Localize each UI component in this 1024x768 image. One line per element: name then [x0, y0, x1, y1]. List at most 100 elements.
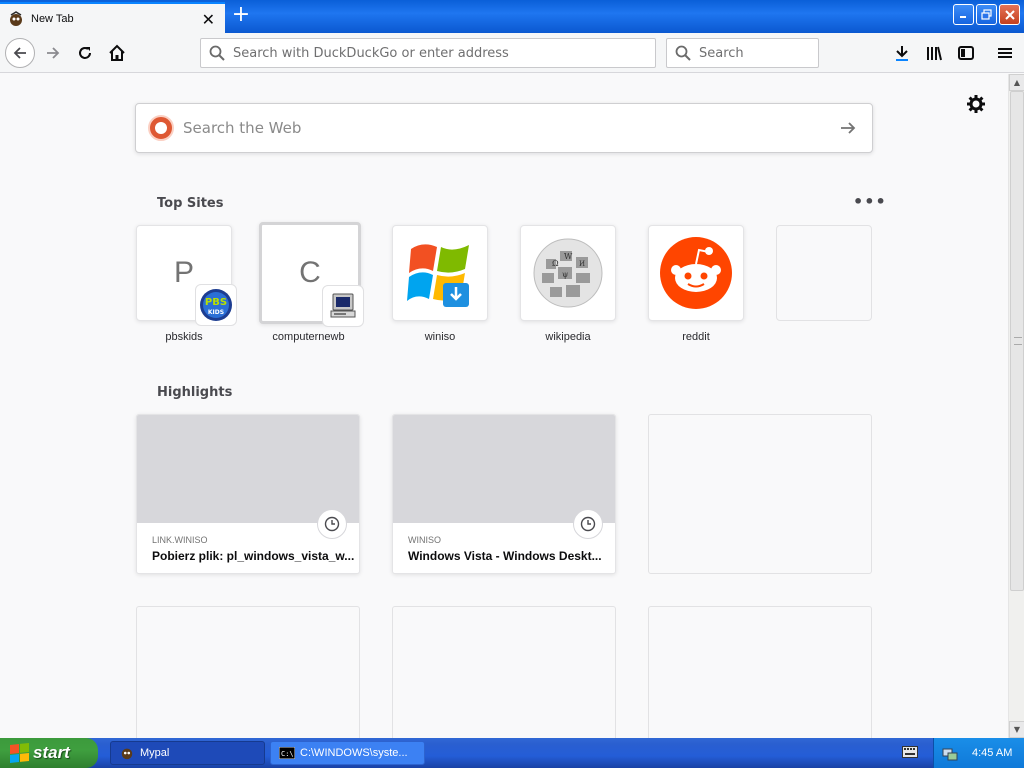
- navigation-toolbar: [0, 33, 1024, 73]
- site-tile[interactable]: [648, 225, 744, 321]
- browser-window: New Tab ✕ + Search with DuckDuckGo or en…: [0, 0, 1024, 738]
- sidebar-icon: [958, 46, 974, 60]
- download-icon: [896, 46, 908, 61]
- site-label: computernewb: [272, 331, 345, 343]
- highlight-card-empty: [648, 606, 872, 738]
- card-title: Windows Vista - Windows Deskt...: [408, 549, 602, 563]
- site-tile[interactable]: Ω W И ψ: [520, 225, 616, 321]
- top-site-empty-slot[interactable]: [776, 225, 872, 321]
- windows-flag-icon: [10, 742, 29, 763]
- site-label: reddit: [682, 331, 710, 343]
- mypal-app-icon: [119, 746, 135, 760]
- card-source: LINK.WINISO: [152, 535, 208, 545]
- highlight-card-empty: [136, 606, 360, 738]
- keyboard-icon[interactable]: [902, 746, 918, 758]
- top-site-winiso[interactable]: winiso: [392, 225, 488, 343]
- taskbar-item-mypal[interactable]: Mypal: [110, 741, 265, 765]
- highlight-card-empty: [392, 606, 616, 738]
- top-sites-more-button[interactable]: •••: [853, 192, 887, 211]
- customize-settings-button[interactable]: [966, 94, 986, 114]
- reload-icon: [79, 47, 91, 59]
- back-arrow-icon: [13, 47, 26, 59]
- close-window-button[interactable]: [999, 4, 1020, 25]
- svg-text:PBS: PBS: [205, 297, 227, 308]
- gear-icon: [967, 95, 985, 113]
- new-tab-button[interactable]: +: [229, 4, 253, 28]
- search-input[interactable]: [699, 45, 809, 61]
- scroll-down-arrow-icon[interactable]: ▼: [1009, 721, 1024, 738]
- svg-text:Ω: Ω: [552, 259, 559, 268]
- windows-logo-icon: [407, 244, 469, 307]
- new-tab-page: Top Sites ••• P PBSKIDS pbskids C comput…: [0, 74, 1008, 738]
- site-letter: C: [299, 256, 321, 289]
- web-search-box[interactable]: [135, 103, 873, 153]
- web-search-input[interactable]: [183, 119, 823, 137]
- network-icon[interactable]: [942, 745, 958, 761]
- mypal-favicon-icon: [8, 10, 24, 27]
- wikipedia-globe-icon: Ω W И ψ: [533, 238, 603, 308]
- site-tile[interactable]: P PBS KIDS: [136, 225, 237, 326]
- card-thumbnail: [393, 415, 615, 523]
- site-tile[interactable]: C: [259, 222, 364, 327]
- clock: 4:45 AM: [972, 747, 1013, 759]
- back-button[interactable]: [5, 38, 35, 68]
- home-icon: [109, 44, 125, 61]
- system-tray: 4:45 AM: [933, 738, 1024, 768]
- menu-button[interactable]: [991, 39, 1019, 67]
- scroll-thumb[interactable]: [1010, 91, 1024, 591]
- start-button[interactable]: start: [0, 738, 98, 768]
- library-button[interactable]: [920, 39, 948, 67]
- site-tile-empty[interactable]: [776, 225, 872, 321]
- downloads-button[interactable]: [888, 39, 916, 67]
- search-icon: [675, 45, 691, 61]
- sidebar-button[interactable]: [952, 39, 980, 67]
- site-label: wikipedia: [545, 331, 591, 343]
- forward-button[interactable]: [39, 39, 67, 67]
- reload-button[interactable]: [71, 39, 99, 67]
- top-site-reddit[interactable]: reddit: [648, 225, 744, 343]
- window-controls: [953, 4, 1020, 25]
- reddit-alien-icon: [660, 237, 732, 309]
- tab-new-tab[interactable]: New Tab ✕: [0, 2, 225, 33]
- top-site-pbskids[interactable]: P PBS KIDS pbskids: [136, 225, 237, 343]
- taskbar-item-label: C:\WINDOWS\syste...: [300, 747, 408, 759]
- start-label: start: [33, 743, 70, 762]
- top-sites-heading: Top Sites: [157, 196, 224, 211]
- forward-arrow-icon: [47, 47, 60, 59]
- top-site-wikipedia[interactable]: Ω W И ψ wikipedia: [520, 225, 616, 343]
- top-site-computernewb[interactable]: C computernewb: [259, 222, 364, 343]
- tab-title: New Tab: [31, 12, 74, 25]
- hamburger-menu-icon: [998, 48, 1012, 58]
- site-letter: P: [173, 256, 194, 289]
- history-clock-icon: [573, 509, 603, 539]
- restore-button[interactable]: [976, 4, 997, 25]
- history-clock-icon: [317, 509, 347, 539]
- duckduckgo-logo-icon: [148, 115, 174, 141]
- search-go-arrow-icon[interactable]: [838, 118, 858, 138]
- taskbar-item-label: Mypal: [140, 747, 170, 759]
- svg-text:И: И: [579, 260, 585, 268]
- search-bar[interactable]: [666, 38, 819, 68]
- computer-icon: [322, 285, 364, 327]
- command-prompt-icon: C:\: [279, 746, 295, 760]
- search-icon: [209, 45, 225, 61]
- highlights-heading: Highlights: [157, 385, 233, 400]
- url-bar[interactable]: [200, 38, 656, 68]
- highlight-card[interactable]: LINK.WINISO Pobierz plik: pl_windows_vis…: [136, 414, 360, 574]
- highlight-card[interactable]: WINISO Windows Vista - Windows Deskt...: [392, 414, 616, 574]
- svg-text:C:\: C:\: [281, 750, 294, 758]
- taskbar-item-cmd[interactable]: C:\ C:\WINDOWS\syste...: [270, 741, 425, 765]
- minimize-button[interactable]: [953, 4, 974, 25]
- home-button[interactable]: [103, 39, 131, 67]
- card-title: Pobierz plik: pl_windows_vista_w...: [152, 549, 355, 563]
- site-label: pbskids: [165, 331, 203, 343]
- svg-text:KIDS: KIDS: [208, 309, 224, 316]
- svg-text:ψ: ψ: [562, 270, 568, 279]
- close-tab-icon[interactable]: ✕: [202, 10, 215, 29]
- library-icon: [927, 46, 942, 61]
- site-tile[interactable]: [392, 225, 488, 321]
- svg-text:W: W: [564, 252, 573, 261]
- scroll-up-arrow-icon[interactable]: ▲: [1009, 74, 1024, 91]
- vertical-scrollbar[interactable]: ▲ ▼: [1008, 74, 1024, 738]
- url-input[interactable]: [233, 45, 613, 61]
